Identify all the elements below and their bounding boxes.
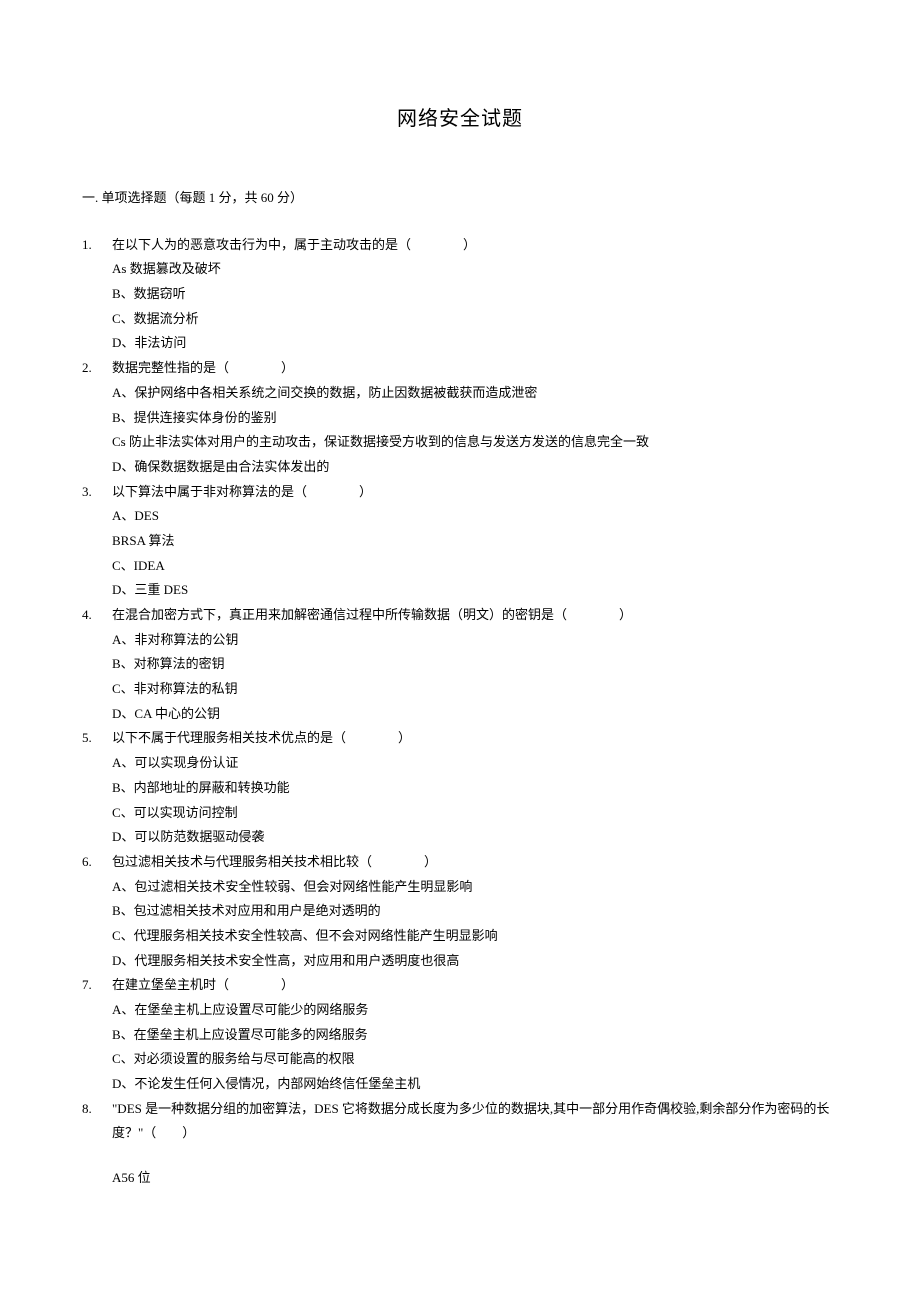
question-body: "DES 是一种数据分组的加密算法，DES 它将数据分成长度为多少位的数据块,其… xyxy=(112,1097,838,1191)
question-number: 1. xyxy=(82,233,112,356)
question-option: A、可以实现身份认证 xyxy=(112,751,838,776)
question-option: C、代理服务相关技术安全性较高、但不会对网络性能产生明显影响 xyxy=(112,924,838,949)
question-body: 在混合加密方式下，真正用来加解密通信过程中所传输数据（明文）的密钥是（ ）A、非… xyxy=(112,603,838,726)
question-number: 2. xyxy=(82,356,112,479)
question-number: 5. xyxy=(82,726,112,849)
question-option: C、IDEA xyxy=(112,554,838,579)
question-body: 在以下人为的恶意攻击行为中，属于主动攻击的是（ ）As 数据篡改及破坏B、数据窃… xyxy=(112,233,838,356)
question-option: B、包过滤相关技术对应用和用户是绝对透明的 xyxy=(112,899,838,924)
question-option: B、提供连接实体身份的鉴别 xyxy=(112,406,838,431)
question-option: As 数据篡改及破坏 xyxy=(112,257,838,282)
question-option: B、数据窃听 xyxy=(112,282,838,307)
question-option: A、包过滤相关技术安全性较弱、但会对网络性能产生明显影响 xyxy=(112,875,838,900)
spacer xyxy=(112,1146,838,1166)
question-number: 6. xyxy=(82,850,112,973)
question: 7.在建立堡垒主机时（ ）A、在堡垒主机上应设置尽可能少的网络服务B、在堡垒主机… xyxy=(82,973,838,1096)
question-list: 1.在以下人为的恶意攻击行为中，属于主动攻击的是（ ）As 数据篡改及破坏B、数… xyxy=(82,233,838,1191)
question-option: B、在堡垒主机上应设置尽可能多的网络服务 xyxy=(112,1023,838,1048)
question-stem: 在以下人为的恶意攻击行为中，属于主动攻击的是（ ） xyxy=(112,233,838,258)
question-option: D、可以防范数据驱动侵袭 xyxy=(112,825,838,850)
question-option: A、非对称算法的公钥 xyxy=(112,628,838,653)
question-number: 4. xyxy=(82,603,112,726)
question: 3.以下算法中属于非对称算法的是（ ）A、DESBRSA 算法C、IDEAD、三… xyxy=(82,480,838,603)
question-body: 以下不属于代理服务相关技术优点的是（ ）A、可以实现身份认证B、内部地址的屏蔽和… xyxy=(112,726,838,849)
question-option: BRSA 算法 xyxy=(112,529,838,554)
question-stem: 以下算法中属于非对称算法的是（ ） xyxy=(112,480,838,505)
question-option: Cs 防止非法实体对用户的主动攻击，保证数据接受方收到的信息与发送方发送的信息完… xyxy=(112,430,838,455)
question-body: 包过滤相关技术与代理服务相关技术相比较（ ）A、包过滤相关技术安全性较弱、但会对… xyxy=(112,850,838,973)
question-option: C、非对称算法的私钥 xyxy=(112,677,838,702)
question-stem: "DES 是一种数据分组的加密算法，DES 它将数据分成长度为多少位的数据块,其… xyxy=(112,1097,838,1146)
question-stem: 在混合加密方式下，真正用来加解密通信过程中所传输数据（明文）的密钥是（ ） xyxy=(112,603,838,628)
question-option: D、代理服务相关技术安全性高，对应用和用户透明度也很高 xyxy=(112,949,838,974)
question: 5.以下不属于代理服务相关技术优点的是（ ）A、可以实现身份认证B、内部地址的屏… xyxy=(82,726,838,849)
question-option: C、对必须设置的服务给与尽可能高的权限 xyxy=(112,1047,838,1072)
question-number: 8. xyxy=(82,1097,112,1191)
question-number: 3. xyxy=(82,480,112,603)
question-option: D、非法访问 xyxy=(112,331,838,356)
question-option: B、内部地址的屏蔽和转换功能 xyxy=(112,776,838,801)
question-option: A56 位 xyxy=(112,1166,838,1191)
question-option: C、可以实现访问控制 xyxy=(112,801,838,826)
question-option: B、对称算法的密钥 xyxy=(112,652,838,677)
question: 2.数据完整性指的是（ ）A、保护网络中各相关系统之间交换的数据，防止因数据被截… xyxy=(82,356,838,479)
question-option: C、数据流分析 xyxy=(112,307,838,332)
question: 4.在混合加密方式下，真正用来加解密通信过程中所传输数据（明文）的密钥是（ ）A… xyxy=(82,603,838,726)
question-stem: 包过滤相关技术与代理服务相关技术相比较（ ） xyxy=(112,850,838,875)
question-option: D、不论发生任何入侵情况，内部网始终信任堡垒主机 xyxy=(112,1072,838,1097)
question-body: 数据完整性指的是（ ）A、保护网络中各相关系统之间交换的数据，防止因数据被截获而… xyxy=(112,356,838,479)
question-option: A、DES xyxy=(112,504,838,529)
question: 1.在以下人为的恶意攻击行为中，属于主动攻击的是（ ）As 数据篡改及破坏B、数… xyxy=(82,233,838,356)
question-body: 在建立堡垒主机时（ ）A、在堡垒主机上应设置尽可能少的网络服务B、在堡垒主机上应… xyxy=(112,973,838,1096)
question-option: D、确保数据数据是由合法实体发出的 xyxy=(112,455,838,480)
question-option: A、保护网络中各相关系统之间交换的数据，防止因数据被截获而造成泄密 xyxy=(112,381,838,406)
question-stem: 以下不属于代理服务相关技术优点的是（ ） xyxy=(112,726,838,751)
section-header: 一. 单项选择题（每题 1 分，共 60 分） xyxy=(82,186,838,211)
question-option: D、CA 中心的公钥 xyxy=(112,702,838,727)
question: 8."DES 是一种数据分组的加密算法，DES 它将数据分成长度为多少位的数据块… xyxy=(82,1097,838,1191)
question-option: A、在堡垒主机上应设置尽可能少的网络服务 xyxy=(112,998,838,1023)
question: 6.包过滤相关技术与代理服务相关技术相比较（ ）A、包过滤相关技术安全性较弱、但… xyxy=(82,850,838,973)
question-number: 7. xyxy=(82,973,112,1096)
page-title: 网络安全试题 xyxy=(82,100,838,138)
question-stem: 数据完整性指的是（ ） xyxy=(112,356,838,381)
question-stem: 在建立堡垒主机时（ ） xyxy=(112,973,838,998)
question-body: 以下算法中属于非对称算法的是（ ）A、DESBRSA 算法C、IDEAD、三重 … xyxy=(112,480,838,603)
question-option: D、三重 DES xyxy=(112,578,838,603)
